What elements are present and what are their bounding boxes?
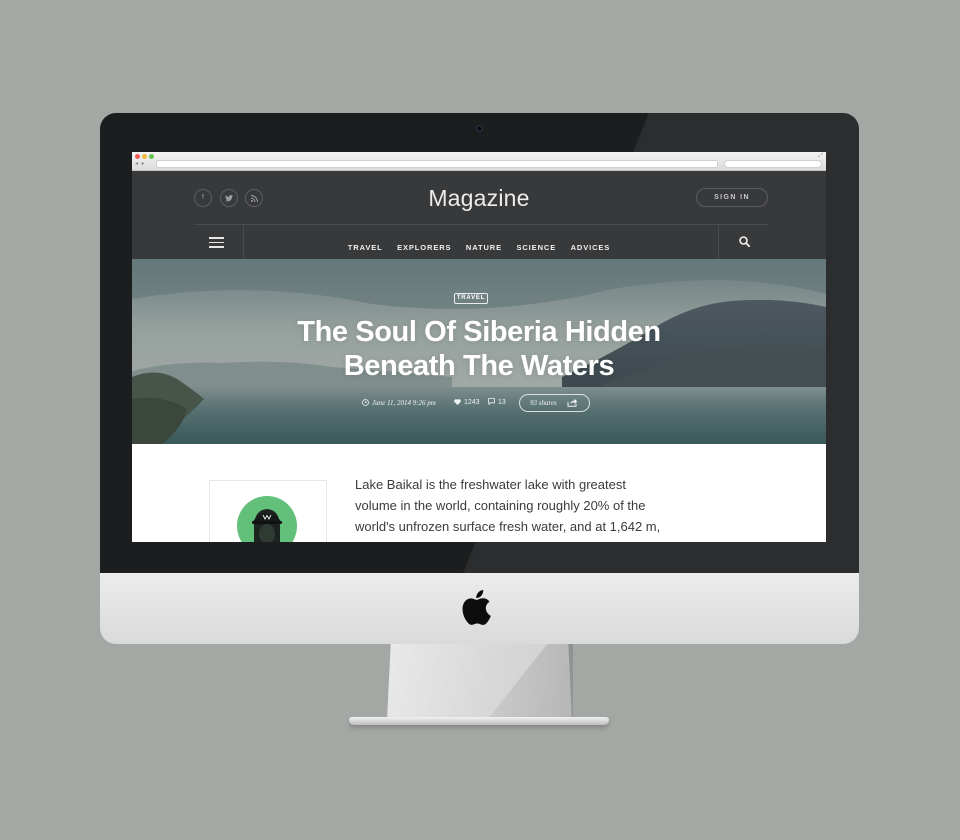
header-divider (194, 224, 768, 225)
article-text-line: volume in the world, containing roughly … (355, 498, 646, 513)
article-body: Lake Baikal is the freshwater lake with … (132, 444, 826, 542)
minimize-window-button[interactable] (142, 154, 147, 159)
author-portrait-icon (252, 509, 282, 542)
nav-item-nature[interactable]: NATURE (466, 243, 502, 252)
apple-logo-icon (462, 590, 491, 625)
category-badge[interactable]: TRAVEL (454, 293, 488, 304)
comment-icon (488, 398, 495, 406)
share-button[interactable]: 93 shares (519, 394, 590, 412)
article-text-line: world's unfrozen surface fresh water, an… (355, 519, 661, 534)
close-window-button[interactable] (135, 154, 140, 159)
comments-count[interactable]: 13 (488, 397, 506, 409)
imac-stand-foot (349, 717, 609, 725)
shares-count: 93 shares (530, 399, 557, 407)
author-card[interactable] (209, 480, 327, 542)
search-icon (739, 236, 750, 247)
publish-date-text: June 11, 2014 9:26 pm (372, 399, 436, 407)
author-avatar[interactable] (237, 496, 297, 542)
heart-icon (454, 398, 461, 405)
browser-search-field[interactable] (724, 160, 822, 168)
article-title-line: Beneath The Waters (343, 350, 615, 382)
share-icon (567, 398, 578, 407)
article-paragraph: Lake Baikal is the freshwater lake with … (355, 474, 695, 537)
zoom-window-button[interactable] (149, 154, 154, 159)
address-bar[interactable] (156, 160, 718, 168)
browser-toolbar: ◂ ▸ ⤢ (132, 152, 826, 171)
nav-item-advices[interactable]: ADVICES (571, 243, 611, 252)
camera (476, 125, 483, 132)
screen: ◂ ▸ ⤢ f Magazine SIGN IN TRAVEL EXPLORER… (132, 152, 826, 542)
hero-banner: TRAVEL The Soul Of Siberia Hidden Beneat… (132, 259, 826, 444)
article-title-line: The Soul Of Siberia Hidden (297, 316, 661, 348)
back-forward-icon[interactable]: ◂ ▸ (135, 161, 146, 168)
nav-item-explorers[interactable]: EXPLORERS (397, 243, 451, 252)
publish-date: June 11, 2014 9:26 pm (362, 397, 436, 409)
site-header: f Magazine SIGN IN TRAVEL EXPLORERS NATU… (132, 171, 826, 259)
nav-item-science[interactable]: SCIENCE (516, 243, 556, 252)
comments-count-text: 13 (498, 399, 506, 406)
search-button[interactable] (718, 225, 768, 259)
article-text-line: Lake Baikal is the freshwater lake with … (355, 477, 626, 492)
likes-count[interactable]: 1243 (454, 397, 480, 409)
likes-count-text: 1243 (464, 399, 480, 406)
imac-chin (100, 573, 859, 644)
nav-item-travel[interactable]: TRAVEL (348, 243, 383, 252)
sign-in-button[interactable]: SIGN IN (696, 188, 768, 207)
fullscreen-icon[interactable]: ⤢ (818, 153, 823, 159)
article-title: The Soul Of Siberia Hidden Beneath The W… (132, 315, 826, 383)
clock-icon (362, 399, 369, 406)
